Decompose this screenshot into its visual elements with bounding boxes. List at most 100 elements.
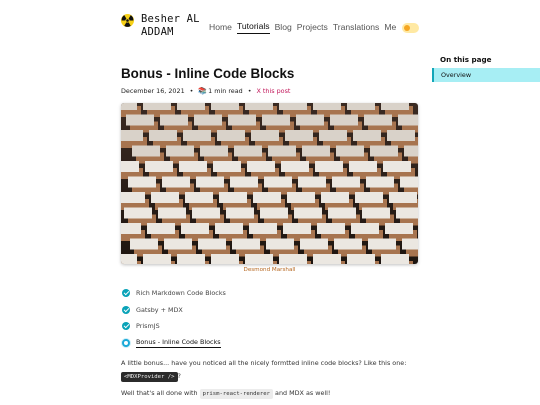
paragraph-inline-code: A little bonus... have you noticed all t… — [121, 357, 421, 382]
tile — [232, 238, 260, 250]
nav-tutorials[interactable]: Tutorials — [236, 21, 270, 34]
on-this-page-heading: On this page — [440, 55, 492, 64]
tile — [381, 103, 409, 110]
tile — [387, 130, 415, 141]
section-item[interactable]: Rich Markdown Code Blocks — [122, 285, 226, 302]
tile — [319, 130, 347, 141]
tile — [121, 254, 137, 264]
meta-separator: • — [189, 87, 194, 95]
theme-toggle[interactable] — [402, 22, 420, 33]
tile — [226, 207, 254, 219]
tile — [230, 176, 258, 188]
page-title: Bonus - Inline Code Blocks — [121, 66, 295, 81]
section-label: Bonus - Inline Code Blocks — [136, 337, 221, 348]
section-item[interactable]: Gatsby + MDX — [122, 302, 226, 319]
tile — [130, 238, 158, 250]
tile — [353, 130, 381, 141]
tile — [404, 145, 418, 157]
tile — [162, 176, 190, 188]
tile — [351, 223, 379, 234]
tile — [213, 161, 241, 172]
tile — [285, 130, 313, 141]
current-section-icon — [122, 338, 130, 347]
tile — [143, 254, 171, 264]
tile — [245, 103, 273, 110]
section-item-current[interactable]: Bonus - Inline Code Blocks — [122, 335, 226, 352]
tile — [211, 103, 239, 110]
tile — [330, 114, 358, 126]
paragraph-text: Well that's all done with — [121, 389, 198, 397]
section-item[interactable]: PrismJS — [122, 318, 226, 335]
tile — [196, 176, 224, 188]
nav-projects[interactable]: Projects — [297, 22, 328, 34]
main-nav: Home Tutorials Blog Projects Translation… — [209, 21, 420, 34]
tile — [177, 103, 205, 110]
tile — [364, 114, 392, 126]
section-label: PrismJS — [136, 322, 160, 331]
radioactive-icon — [121, 14, 134, 27]
share-on-x-link[interactable]: X this post — [257, 87, 291, 95]
post-date: December 16, 2021 — [121, 87, 185, 95]
tile — [347, 103, 375, 110]
nav-me[interactable]: Me — [384, 22, 396, 34]
paragraph-end: and MDX as well! — [275, 389, 331, 397]
book-icon: 📚 — [198, 87, 208, 95]
section-label: Gatsby + MDX — [136, 305, 183, 314]
tile — [321, 192, 349, 203]
tile — [349, 161, 377, 172]
section-label: Rich Markdown Code Blocks — [136, 289, 226, 298]
paragraph-closing: Well that's all done with prism-react-re… — [121, 389, 331, 399]
tile — [143, 103, 171, 110]
tile — [121, 161, 139, 172]
tile — [147, 223, 175, 234]
tile — [251, 130, 279, 141]
tile — [287, 192, 315, 203]
tile — [268, 145, 296, 157]
tile — [402, 238, 418, 250]
nav-translations[interactable]: Translations — [333, 22, 380, 34]
tile — [334, 238, 362, 250]
image-caption: Desmond Marshall — [243, 267, 296, 273]
tile — [200, 145, 228, 157]
site-brand[interactable]: Besher AL ADDAM — [121, 13, 200, 39]
tile — [164, 238, 192, 250]
tile — [179, 161, 207, 172]
tile — [317, 223, 345, 234]
tile — [211, 254, 239, 264]
tile — [279, 103, 307, 110]
tile — [383, 161, 411, 172]
tile — [264, 176, 292, 188]
tile — [124, 207, 152, 219]
read-time: 1 min read — [208, 87, 243, 95]
paragraph-end: ? — [177, 371, 181, 380]
tile — [400, 176, 418, 188]
tile — [336, 145, 364, 157]
tile — [315, 161, 343, 172]
tile — [389, 192, 417, 203]
tile — [294, 207, 322, 219]
tile — [355, 192, 383, 203]
brand-line-1: Besher AL — [141, 13, 200, 25]
tile — [151, 192, 179, 203]
tile — [313, 103, 341, 110]
tile — [328, 207, 356, 219]
tile — [249, 223, 277, 234]
sidebar-item-overview[interactable]: Overview — [432, 68, 540, 82]
tile — [396, 207, 418, 219]
tile — [368, 238, 396, 250]
tile — [296, 114, 324, 126]
nav-blog[interactable]: Blog — [275, 22, 292, 34]
hero-image-graphic — [121, 103, 418, 264]
tile — [132, 145, 160, 157]
nav-home[interactable]: Home — [209, 22, 232, 34]
tile — [247, 161, 275, 172]
tile — [366, 176, 394, 188]
tile — [281, 161, 309, 172]
tile — [185, 192, 213, 203]
tile — [347, 254, 375, 264]
brand-line-2: ADDAM — [141, 26, 174, 38]
tile — [177, 254, 205, 264]
tile — [215, 223, 243, 234]
post-meta: December 16, 2021 • 📚 1 min read • X thi… — [121, 87, 290, 95]
tile — [260, 207, 288, 219]
